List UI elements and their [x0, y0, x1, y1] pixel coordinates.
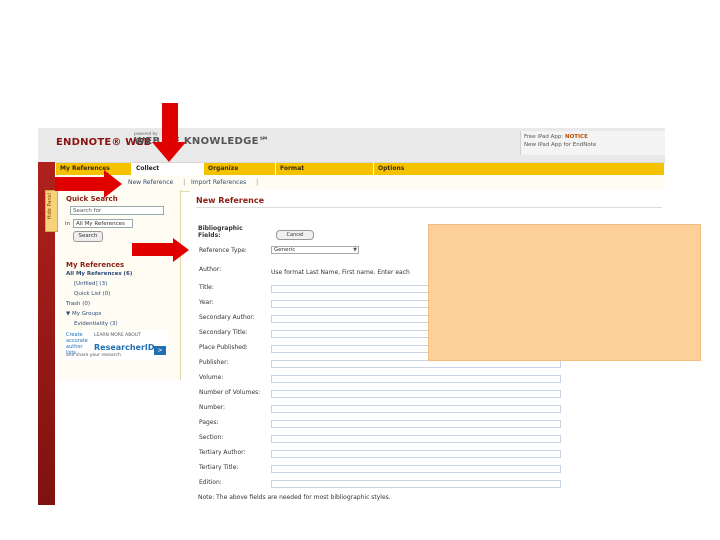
header-bar: ENDNOTE® WEB powered by WEB OF KNOWLEDGE… [38, 128, 665, 163]
search-scope-select[interactable]: All My References [73, 219, 133, 228]
arrow-head-right [173, 238, 189, 262]
arrow-head-down [152, 142, 186, 162]
tab-options[interactable]: Options [374, 163, 665, 175]
tertiary-author-input[interactable] [271, 450, 561, 458]
tertiary-title-label: Tertiary Title: [199, 464, 239, 471]
my-groups-link[interactable]: ▼ My Groups [66, 311, 101, 317]
researcherid-learn: LEARN MORE ABOUT [94, 333, 141, 338]
author-format-hint: Use format Last Name, First name. Enter … [271, 269, 410, 276]
search-scope-value: All My References [76, 221, 125, 227]
volume-label: Volume: [199, 374, 224, 381]
year-label: Year: [199, 299, 214, 306]
reference-type-value: Generic [274, 247, 296, 253]
search-in-label: in [65, 221, 71, 227]
chevron-down-icon: ▼ [353, 247, 357, 253]
hide-panel-tab[interactable]: Hide Panel [45, 190, 58, 232]
page-title: New Reference [196, 196, 265, 205]
secondary-title-label: Secondary Title: [199, 329, 248, 336]
section-input[interactable] [271, 435, 561, 443]
tertiary-title-input[interactable] [271, 465, 561, 473]
edition-label: Edition: [199, 479, 222, 486]
notice-link[interactable]: New iPad App for EndNote [524, 142, 596, 148]
pages-label: Pages: [199, 419, 219, 426]
pages-input[interactable] [271, 420, 561, 428]
tab-collect[interactable]: Collect [132, 163, 204, 175]
main-tabs: My References Collect Organize Format Op… [56, 163, 665, 175]
researcherid-sub: and share your research [66, 353, 121, 358]
bibliographic-fields-label: Bibliographic Fields: [198, 225, 243, 239]
publisher-input[interactable] [271, 360, 561, 368]
edition-input[interactable] [271, 480, 561, 488]
chevron-right-icon[interactable]: > [154, 346, 166, 355]
group-evidentiality-link[interactable]: Evidentiality (3) [74, 321, 118, 327]
place-published-label: Place Published: [199, 344, 248, 351]
section-label: Section: [199, 434, 224, 441]
tab-organize[interactable]: Organize [204, 163, 276, 175]
subnav-separator: | [256, 178, 259, 186]
secondary-author-label: Secondary Author: [199, 314, 255, 321]
hide-panel-label: Hide Panel [47, 193, 53, 220]
researcherid-brand: ResearcherID [94, 343, 155, 352]
notice-highlight: NOTICE [564, 134, 588, 140]
number-of-volumes-label: Number of Volumes: [199, 389, 261, 396]
tab-format[interactable]: Format [276, 163, 374, 175]
cancel-button[interactable]: Cancel [276, 230, 314, 240]
title-label: Title: [199, 284, 214, 291]
unfiled-link[interactable]: [Unfiled] (3) [74, 281, 107, 287]
title-divider [196, 207, 662, 208]
volume-input[interactable] [271, 375, 561, 383]
number-label: Number: [199, 404, 226, 411]
author-label: Author: [199, 266, 222, 273]
notice-prefix: Free iPad App: [524, 134, 565, 140]
search-input[interactable]: Search for [70, 206, 164, 215]
trash-link[interactable]: Trash (0) [66, 301, 90, 307]
all-my-references-link[interactable]: All My References (6) [66, 271, 132, 277]
quick-list-link[interactable]: Quick List (0) [74, 291, 110, 297]
my-references-heading: My References [66, 261, 125, 269]
search-button[interactable]: Search [73, 231, 103, 242]
arrow-head-right [104, 170, 122, 198]
number-input[interactable] [271, 405, 561, 413]
overlay-callout-box [428, 224, 701, 361]
reference-type-select[interactable]: Generic ▼ [271, 246, 359, 254]
notice-box: Free iPad App: NOTICE New iPad App for E… [520, 131, 665, 155]
fields-note: Note: The above fields are needed for mo… [198, 494, 391, 501]
reference-type-label: Reference Type: [199, 247, 247, 254]
tertiary-author-label: Tertiary Author: [199, 449, 246, 456]
publisher-label: Publisher: [199, 359, 229, 366]
researcherid-banner[interactable]: Create accurate author lists LEARN MORE … [64, 330, 168, 360]
left-panel: Quick Search Search for in All My Refere… [58, 190, 181, 380]
import-references-link[interactable]: Import References [191, 179, 246, 186]
number-of-volumes-input[interactable] [271, 390, 561, 398]
subnav-separator: | [183, 178, 186, 186]
new-reference-link[interactable]: New Reference [128, 179, 173, 186]
